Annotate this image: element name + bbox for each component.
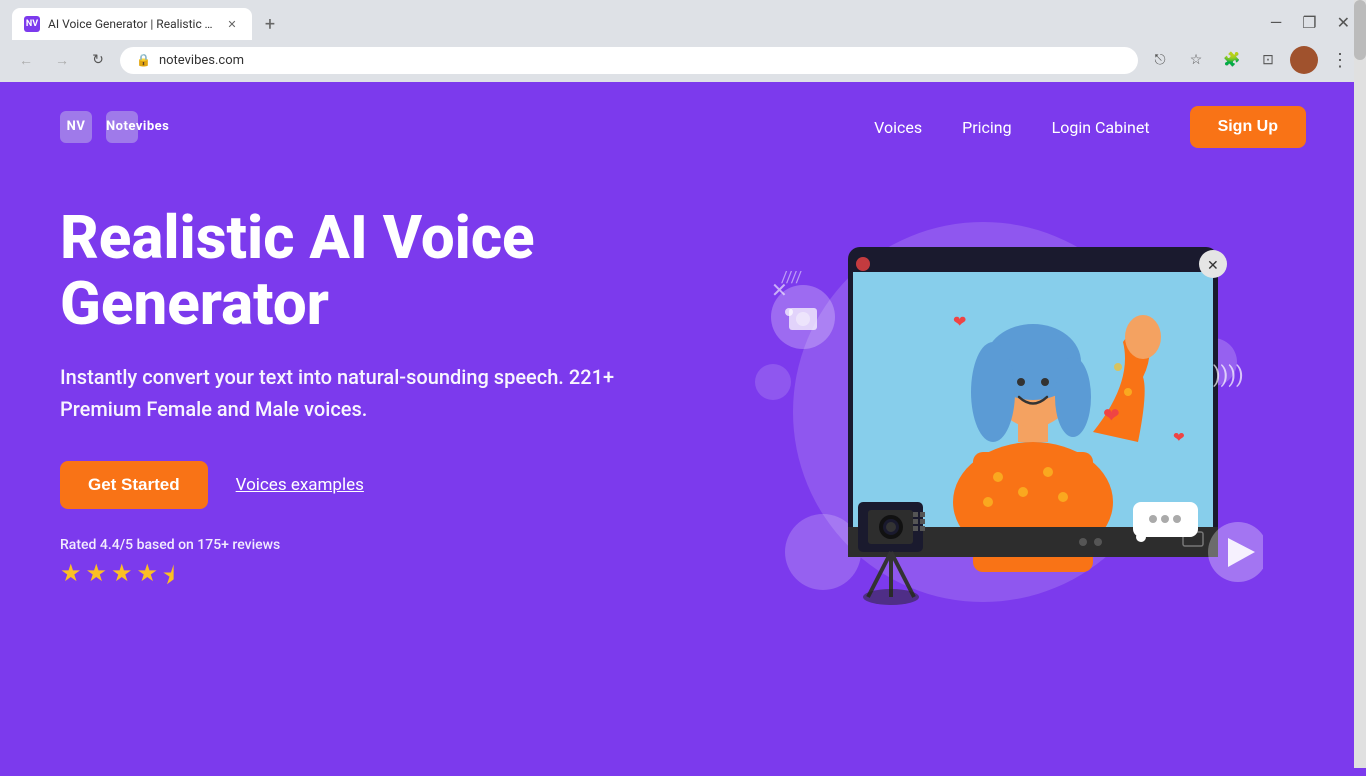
signup-button[interactable]: Sign Up [1190,106,1306,148]
bookmark-icon[interactable]: ☆ [1182,46,1210,74]
tab-close-button[interactable]: ✕ [224,16,240,32]
star-rating: ★ ★ ★ ★ ⯨ [60,559,660,600]
maximize-button[interactable]: ❐ [1298,9,1320,36]
browser-tab[interactable]: NV AI Voice Generator | Realistic Tex...… [12,8,252,40]
star-2: ★ [86,559,108,600]
sidebar-icon[interactable]: ⊡ [1254,46,1282,74]
hero-text: Realistic AI Voice Generator Instantly c… [60,205,660,600]
lock-icon: 🔒 [136,53,151,67]
rating-section: Rated 4.4/5 based on 175+ reviews ★ ★ ★ … [60,537,660,600]
forward-button[interactable]: → [48,46,76,74]
browser-chrome: NV AI Voice Generator | Realistic Tex...… [0,0,1366,82]
svg-text:❤: ❤ [953,312,966,331]
hero-buttons: Get Started Voices examples [60,461,660,509]
url-text: notevibes.com [159,53,244,68]
nav-login[interactable]: Login Cabinet [1052,118,1150,137]
new-tab-button[interactable]: + [256,10,284,38]
scrollbar-thumb[interactable] [1354,0,1366,60]
nav-links: Voices Pricing Login Cabinet Sign Up [874,106,1306,148]
close-button[interactable]: ✕ [1333,9,1354,36]
hero-title: Realistic AI Voice Generator [60,205,660,337]
back-button[interactable]: ← [12,46,40,74]
tab-title: AI Voice Generator | Realistic Tex... [48,17,216,31]
website-content: NV Notevibes Voices Pricing Login Cabine… [0,82,1366,776]
svg-text:❤: ❤ [1103,403,1120,427]
star-1: ★ [60,559,82,600]
site-logo[interactable]: NV Notevibes [60,111,146,143]
tab-favicon: NV [24,16,40,32]
url-bar[interactable]: 🔒 notevibes.com [120,47,1138,74]
nav-voices[interactable]: Voices [874,118,922,137]
toolbar-actions: ⎋ ☆ 🧩 ⊡ ⋮ [1146,46,1354,74]
svg-text:✕: ✕ [1207,258,1219,274]
hero-section: Realistic AI Voice Generator Instantly c… [0,172,1366,612]
nav-pricing[interactable]: Pricing [962,118,1012,137]
reload-button[interactable]: ↻ [84,46,112,74]
hero-illustration: ❤ ❤ ❤ ✕ )))) [660,192,1306,612]
address-bar: ← → ↻ 🔒 notevibes.com ⎋ ☆ 🧩 ⊡ ⋮ [0,40,1366,82]
hero-svg: ❤ ❤ ❤ ✕ )))) [703,182,1263,622]
minimize-button[interactable]: — [1266,9,1287,36]
share-icon[interactable]: ⎋ [1146,46,1174,74]
site-navbar: NV Notevibes Voices Pricing Login Cabine… [0,82,1366,172]
svg-text:❤: ❤ [1173,430,1185,446]
menu-icon[interactable]: ⋮ [1326,46,1354,74]
svg-text:)))): )))) [1213,363,1244,388]
get-started-button[interactable]: Get Started [60,461,208,509]
scrollbar[interactable] [1354,0,1366,768]
rating-text: Rated 4.4/5 based on 175+ reviews [60,537,660,553]
voices-examples-link[interactable]: Voices examples [236,475,364,495]
profile-icon[interactable] [1290,46,1318,74]
title-bar: NV AI Voice Generator | Realistic Tex...… [0,0,1366,40]
logo-icon: NV [60,111,92,143]
extensions-icon[interactable]: 🧩 [1218,46,1246,74]
svg-text:////: //// [781,267,803,286]
hero-subtitle: Instantly convert your text into natural… [60,361,660,425]
star-5-half: ⯨ [162,559,175,600]
star-3: ★ [111,559,133,600]
star-4: ★ [137,559,159,600]
window-controls: — ❐ ✕ [1266,9,1354,40]
